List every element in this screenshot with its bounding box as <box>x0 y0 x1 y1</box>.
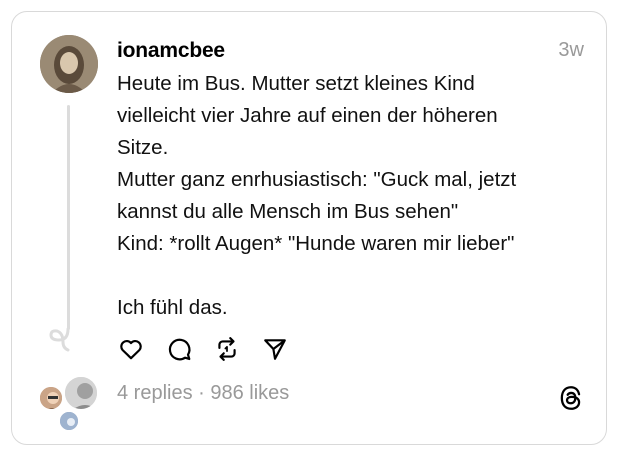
repost-button[interactable] <box>213 335 241 363</box>
thread-line <box>67 105 70 330</box>
replier-avatar[interactable] <box>38 385 64 411</box>
comment-icon <box>168 338 191 361</box>
post-timestamp: 3w <box>558 39 584 61</box>
threads-logo-icon[interactable] <box>558 384 584 417</box>
action-bar <box>117 335 309 363</box>
heart-icon <box>120 340 142 360</box>
thread-curl-icon <box>46 326 72 357</box>
share-button[interactable] <box>261 335 289 363</box>
post-text: Heute im Bus. Mutter setzt kleines Kind … <box>117 72 517 319</box>
replier-avatar[interactable] <box>58 410 80 432</box>
repost-icon <box>218 337 236 361</box>
author-username[interactable]: ionamcbee <box>117 39 225 63</box>
post-stats[interactable]: 4 replies · 986 likes <box>117 382 289 405</box>
author-avatar[interactable] <box>40 35 98 93</box>
comment-button[interactable] <box>165 335 193 363</box>
send-icon <box>264 339 286 360</box>
like-button[interactable] <box>117 335 145 363</box>
replier-avatar[interactable] <box>63 375 99 411</box>
